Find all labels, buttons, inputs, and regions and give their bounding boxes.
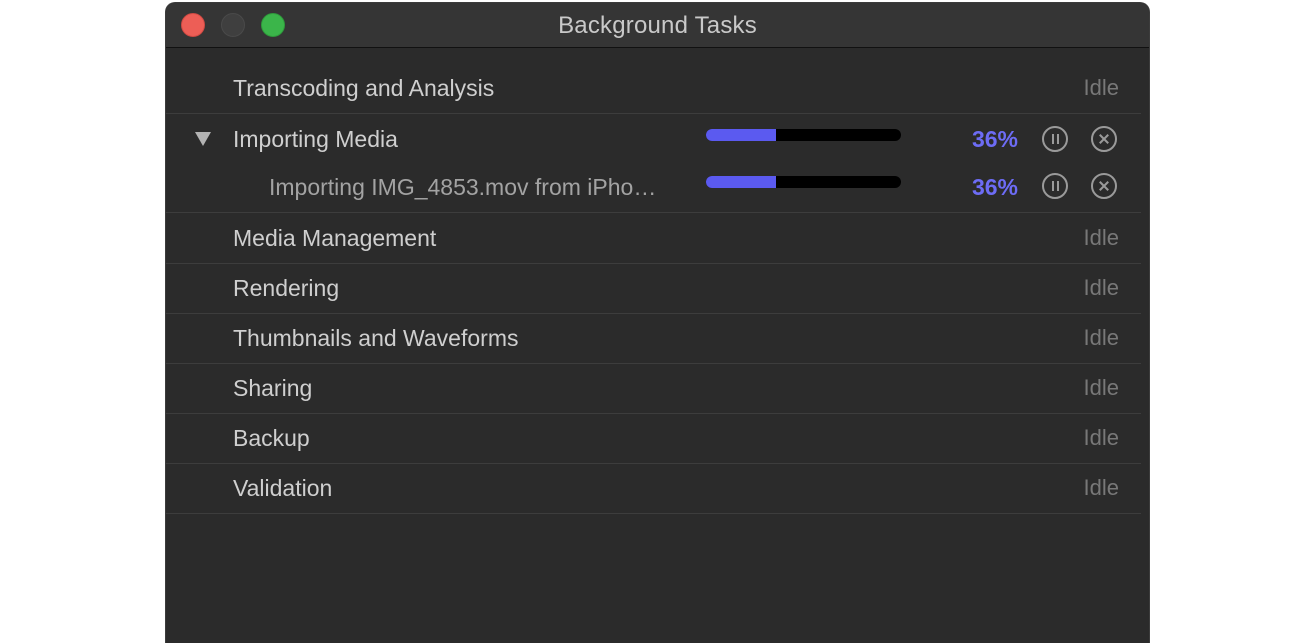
task-row-rendering[interactable]: Rendering Idle xyxy=(166,263,1141,314)
progress-percent: 36% xyxy=(971,126,1018,152)
task-label: Sharing xyxy=(233,375,313,401)
task-status: Idle xyxy=(1083,375,1119,400)
task-status: Idle xyxy=(1083,275,1119,300)
window-title: Background Tasks xyxy=(558,12,757,39)
pause-circle-icon[interactable] xyxy=(1042,173,1068,199)
task-row-thumbnails[interactable]: Thumbnails and Waveforms Idle xyxy=(166,313,1141,364)
task-row-media-management[interactable]: Media Management Idle xyxy=(166,213,1141,264)
task-row-importing-file[interactable]: Importing IMG_4853.mov from iPho… 36% xyxy=(166,162,1141,213)
task-label: Thumbnails and Waveforms xyxy=(233,325,519,351)
task-row-transcoding[interactable]: Transcoding and Analysis Idle xyxy=(166,63,1141,114)
cancel-circle-icon[interactable] xyxy=(1091,126,1117,152)
progress-bar xyxy=(706,176,901,188)
task-status: Idle xyxy=(1083,325,1119,350)
task-list: Transcoding and Analysis Idle Importing … xyxy=(166,48,1149,643)
pause-circle-icon[interactable] xyxy=(1042,126,1068,152)
task-label: Rendering xyxy=(233,275,340,301)
task-row-validation[interactable]: Validation Idle xyxy=(166,463,1141,514)
progress-bar-fill xyxy=(706,129,777,141)
triangle-down-icon[interactable] xyxy=(195,132,211,146)
task-status: Idle xyxy=(1083,475,1119,500)
task-status: Idle xyxy=(1083,225,1119,250)
progress-percent: 36% xyxy=(971,174,1018,200)
task-status: Idle xyxy=(1083,425,1119,450)
task-label: Importing IMG_4853.mov from iPho… xyxy=(269,174,657,200)
task-label: Transcoding and Analysis xyxy=(233,75,495,101)
task-status: Idle xyxy=(1083,75,1119,100)
background-tasks-window: Background Tasks Transcoding and Analysi… xyxy=(165,2,1150,643)
cancel-circle-icon[interactable] xyxy=(1091,173,1117,199)
task-label: Media Management xyxy=(233,225,437,251)
task-label: Backup xyxy=(233,425,310,451)
progress-bar-fill xyxy=(706,176,777,188)
task-row-importing-media[interactable]: Importing Media 36% xyxy=(166,114,1141,164)
task-label: Importing Media xyxy=(233,126,398,152)
progress-bar xyxy=(706,129,901,141)
task-row-sharing[interactable]: Sharing Idle xyxy=(166,363,1141,414)
task-label: Validation xyxy=(233,475,333,501)
task-row-backup[interactable]: Backup Idle xyxy=(166,413,1141,464)
title-bar[interactable]: Background Tasks xyxy=(166,3,1149,48)
